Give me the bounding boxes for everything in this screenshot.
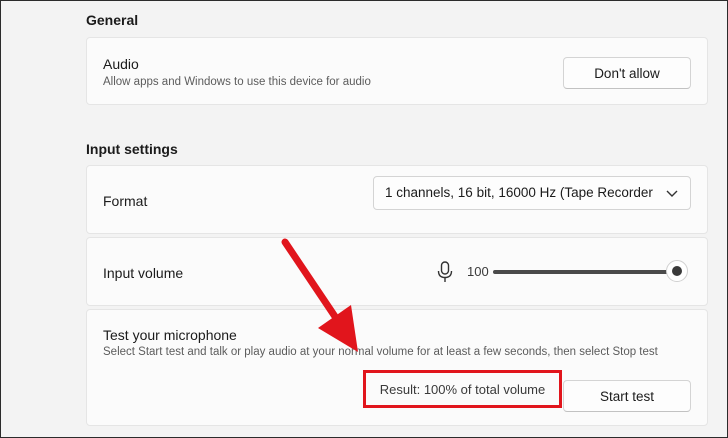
audio-description: Allow apps and Windows to use this devic… — [103, 76, 371, 88]
test-microphone-card: Test your microphone Select Start test a… — [86, 309, 708, 426]
dont-allow-button[interactable]: Don't allow — [563, 57, 691, 89]
chevron-down-icon — [666, 190, 678, 197]
input-volume-slider-track[interactable] — [493, 270, 677, 274]
input-volume-label: Input volume — [103, 265, 184, 281]
audio-card: Audio Allow apps and Windows to use this… — [86, 37, 708, 105]
result-highlight: Result: 100% of total volume — [363, 370, 562, 408]
test-microphone-description: Select Start test and talk or play audio… — [103, 346, 658, 358]
section-title-input-settings: Input settings — [86, 141, 178, 157]
format-card: Format 1 channels, 16 bit, 16000 Hz (Tap… — [86, 165, 708, 234]
input-volume-value: 100 — [467, 264, 489, 279]
audio-title: Audio — [103, 56, 139, 72]
format-label: Format — [103, 193, 148, 209]
format-selected-value: 1 channels, 16 bit, 16000 Hz (Tape Recor… — [385, 185, 656, 200]
input-volume-slider-thumb[interactable] — [666, 260, 688, 282]
test-microphone-title: Test your microphone — [103, 327, 237, 343]
result-text: Result: 100% of total volume — [379, 381, 546, 397]
input-volume-card: Input volume 100 — [86, 237, 708, 306]
start-test-button[interactable]: Start test — [563, 380, 691, 412]
section-title-general: General — [86, 12, 139, 28]
microphone-icon — [437, 261, 453, 282]
format-dropdown[interactable]: 1 channels, 16 bit, 16000 Hz (Tape Recor… — [373, 176, 691, 210]
